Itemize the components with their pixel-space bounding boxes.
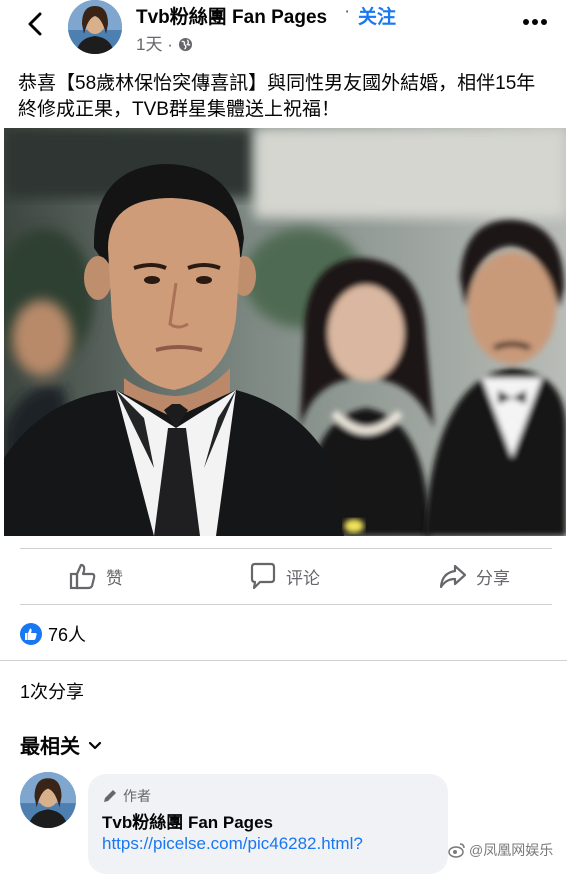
post-meta: 1天 ·	[136, 30, 193, 55]
watermark-text: @凤凰网娱乐	[469, 842, 554, 858]
share-arrow-icon	[439, 564, 467, 589]
post-header: Tvb粉絲團 Fan Pages · 关注 1天 ·	[0, 0, 567, 62]
post-time[interactable]: 1天	[136, 35, 162, 54]
comment-avatar[interactable]	[20, 772, 76, 828]
post-text: 恭喜【58歲林保怡突傳喜訊】與同性男友國外結婚，相伴15年終修成正果，TVB群星…	[18, 73, 536, 120]
comment-label: 评论	[286, 568, 320, 588]
share-label: 分享	[476, 568, 510, 588]
chevron-left-icon[interactable]	[22, 10, 50, 38]
chevron-down-icon	[88, 741, 102, 749]
reaction-count: 76人	[48, 625, 87, 645]
comment-bubble[interactable]: 作者 Tvb粉絲團 Fan Pages https://picelse.com/…	[88, 774, 448, 874]
actions-divider-top	[20, 548, 552, 549]
meta-separator: ·	[167, 35, 173, 54]
like-button[interactable]: 赞	[68, 556, 123, 596]
header-separator: ·	[344, 1, 351, 22]
speech-bubble-icon	[250, 562, 276, 590]
pencil-icon	[104, 790, 116, 802]
like-label: 赞	[106, 568, 123, 588]
follow-button[interactable]: 关注	[358, 2, 396, 29]
globe-icon	[178, 37, 192, 52]
author-tag-label: 作者	[123, 788, 151, 804]
comment-link[interactable]: https://picelse.com/pic46282.html?	[102, 834, 363, 854]
weibo-icon	[448, 843, 465, 858]
thumbs-up-icon	[69, 563, 96, 590]
page-avatar[interactable]	[68, 0, 122, 54]
share-count[interactable]: 1次分享	[20, 678, 84, 704]
action-bar: 赞 评论 分享	[0, 556, 567, 596]
comment-sort-dropdown[interactable]: 最相关	[20, 730, 104, 759]
comment-author-name[interactable]: Tvb粉絲團 Fan Pages	[102, 808, 273, 833]
watermark: @凤凰网娱乐	[448, 840, 553, 860]
actions-divider-bottom	[20, 604, 552, 605]
post-photo[interactable]	[4, 128, 566, 536]
more-horizontal-icon[interactable]	[520, 12, 550, 32]
page-name[interactable]: Tvb粉絲團 Fan Pages	[136, 2, 327, 29]
author-tag: 作者	[102, 786, 151, 806]
like-reaction-icon	[20, 623, 42, 645]
section-divider	[0, 660, 567, 661]
sort-label: 最相关	[20, 736, 80, 758]
share-button[interactable]: 分享	[438, 556, 510, 596]
comment-button[interactable]: 评论	[248, 556, 320, 596]
reaction-summary[interactable]: 76人	[20, 621, 86, 647]
